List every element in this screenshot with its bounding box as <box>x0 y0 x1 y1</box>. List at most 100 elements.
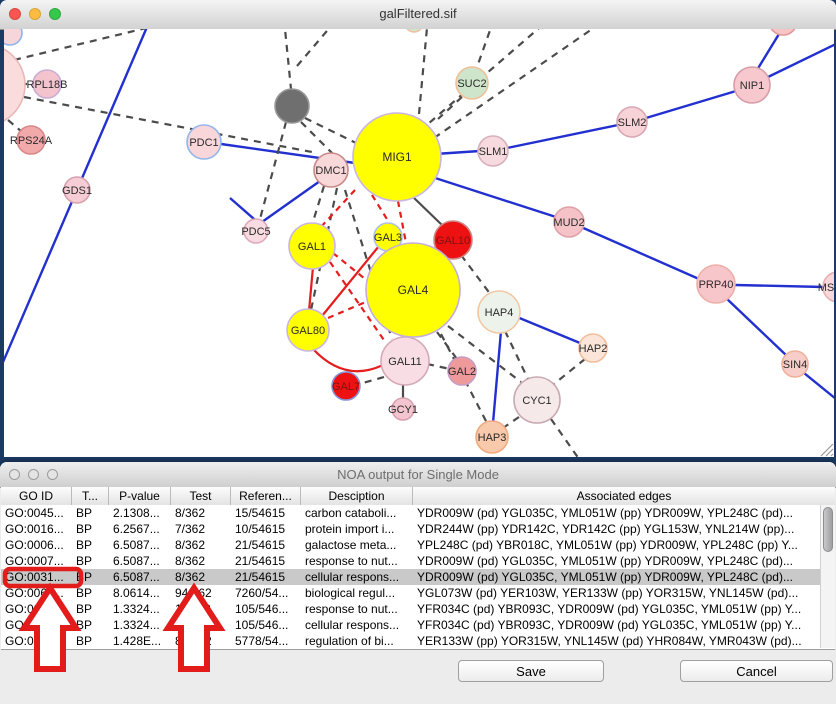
cell-p-value: 1.3324... <box>109 601 171 617</box>
network-edge <box>429 176 556 217</box>
cell-description: response to nut... <box>301 553 413 569</box>
resize-grip-icon[interactable] <box>821 444 833 456</box>
desktop: galFiltered.sif RPL18BRPS24AGDS1PDC1DMC1… <box>0 0 836 704</box>
cell-go-id: GO:0031... <box>1 569 72 585</box>
cell-p-value: 1.3324... <box>109 617 171 633</box>
node-label-GAL4: GAL4 <box>398 283 429 297</box>
cell-associated-edges: YDR009W (pd) YGL035C, YML051W (pp) YDR00… <box>413 569 835 585</box>
network-edge <box>493 331 501 423</box>
cell-reference: 5778/54... <box>231 633 301 649</box>
node-big-left[interactable] <box>4 44 25 126</box>
cell-description: galactose meta... <box>301 537 413 553</box>
node-top-pink[interactable] <box>769 29 797 35</box>
column-header-reference[interactable]: Referen... <box>231 487 301 505</box>
node-label-GCY1: GCY1 <box>388 404 418 416</box>
cell-test: 8/362 <box>171 553 231 569</box>
node-label-SIN4: SIN4 <box>783 359 807 371</box>
noa-output-window: NOA output for Single Mode GO IDT...P-va… <box>0 462 836 704</box>
cell-test: 8/362 <box>171 569 231 585</box>
table-row[interactable]: GO:0050...BP1.428E...80/3625778/54...reg… <box>1 633 835 649</box>
network-edge <box>507 125 618 148</box>
node-label-SUC2: SUC2 <box>457 78 486 90</box>
cell-reference: 21/54615 <box>231 553 301 569</box>
node-label-PDC5: PDC5 <box>241 226 270 238</box>
node-label-GAL2: GAL2 <box>448 366 476 378</box>
network-edge <box>435 151 480 154</box>
table-scrollbar[interactable] <box>820 505 835 648</box>
table-body: GO:0045...BP2.1308...8/36215/54615carbon… <box>1 505 835 650</box>
network-edge <box>768 44 834 77</box>
save-button[interactable]: Save <box>458 660 604 682</box>
table-row[interactable]: GO:0016...BP6.2567...7/36210/54615protei… <box>1 521 835 537</box>
column-header-associated-edges[interactable]: Associated edges <box>413 487 835 505</box>
network-edge <box>551 419 579 457</box>
scrollbar-thumb[interactable] <box>823 507 833 552</box>
cell-description: protein import i... <box>301 521 413 537</box>
cell-go-id: GO:0016... <box>1 521 72 537</box>
cancel-button[interactable]: Cancel <box>680 660 833 682</box>
network-edge <box>735 285 824 287</box>
cell-test: 11/362 <box>171 601 231 617</box>
cell-description: response to nut... <box>301 601 413 617</box>
cell-description: cellular respons... <box>301 569 413 585</box>
cell-p-value: 6.5087... <box>109 569 171 585</box>
cell-associated-edges: YDR009W (pd) YGL035C, YML051W (pp) YDR00… <box>413 505 835 521</box>
cell-test: 8/362 <box>171 537 231 553</box>
cell-test: 7/362 <box>171 521 231 537</box>
node-label-GAL3: GAL3 <box>374 232 402 244</box>
column-header-p-value[interactable]: P-value <box>109 487 171 505</box>
network-window-titlebar[interactable]: galFiltered.sif <box>0 0 836 30</box>
network-edge <box>262 181 320 222</box>
network-canvas[interactable]: RPL18BRPS24AGDS1PDC1DMC1MIG1SUC2SLM1SLM2… <box>4 29 834 457</box>
cell-go-id: GO:0031... <box>1 601 72 617</box>
cell-p-value: 8.0614... <box>109 585 171 601</box>
node-label-HAP4: HAP4 <box>485 307 514 319</box>
network-window-title: galFiltered.sif <box>0 6 836 21</box>
cell-p-value: 6.2567... <box>109 521 171 537</box>
table-row[interactable]: GO:0006...BP6.5087...8/36221/54615galact… <box>1 537 835 553</box>
column-header-description[interactable]: Desciption <box>301 487 413 505</box>
noa-window-titlebar[interactable]: NOA output for Single Mode <box>0 462 836 488</box>
network-edge <box>503 417 519 428</box>
table-row[interactable]: GO:0007...BP6.5087...8/36221/54615respon… <box>1 553 835 569</box>
network-edge <box>301 122 333 154</box>
cell-reference: 21/54615 <box>231 569 301 585</box>
network-edge <box>284 29 291 89</box>
node-label-NIP1: NIP1 <box>740 80 764 92</box>
node-corner-left[interactable] <box>4 29 22 45</box>
network-edge <box>437 332 457 359</box>
cell-type: BP <box>72 601 109 617</box>
table-row[interactable]: GO:0031...BP6.5087...8/36221/54615cellul… <box>1 569 835 585</box>
cell-go-id: GO:0006... <box>1 537 72 553</box>
network-edge <box>412 196 443 226</box>
network-edge <box>312 186 324 225</box>
network-edge <box>554 359 585 384</box>
node-label-RPL18B: RPL18B <box>27 79 68 91</box>
cell-description: cellular respons... <box>301 617 413 633</box>
network-edge <box>646 91 736 118</box>
node-top-green[interactable] <box>405 29 423 32</box>
network-edge <box>305 118 356 143</box>
node-label-RPS24A: RPS24A <box>10 135 53 147</box>
network-edge <box>313 349 383 371</box>
table-row[interactable]: GO:0045...BP2.1308...8/36215/54615carbon… <box>1 505 835 521</box>
cell-type: BP <box>72 521 109 537</box>
column-header-test[interactable]: Test <box>171 487 231 505</box>
network-edge <box>427 364 450 369</box>
node-gray-node[interactable] <box>275 89 309 123</box>
table-row[interactable]: GO:0031...BP1.3324...11/362105/546...cel… <box>1 617 835 633</box>
table-row[interactable]: GO:0031...BP1.3324...11/362105/546...res… <box>1 601 835 617</box>
table-row[interactable]: GO:0065...BP8.0614...94/3627260/54...bio… <box>1 585 835 601</box>
network-edge <box>8 120 22 132</box>
network-edge <box>581 227 699 279</box>
network-edge <box>461 255 491 295</box>
column-header-type[interactable]: T... <box>72 487 109 505</box>
network-edge <box>726 298 787 356</box>
noa-window-title: NOA output for Single Mode <box>0 467 836 482</box>
column-header-go-id[interactable]: GO ID <box>1 487 72 505</box>
node-label-GAL11: GAL11 <box>388 356 421 368</box>
cell-reference: 21/54615 <box>231 537 301 553</box>
cell-reference: 10/54615 <box>231 521 301 537</box>
node-label-HAP3: HAP3 <box>478 432 507 444</box>
network-edge <box>438 97 462 119</box>
